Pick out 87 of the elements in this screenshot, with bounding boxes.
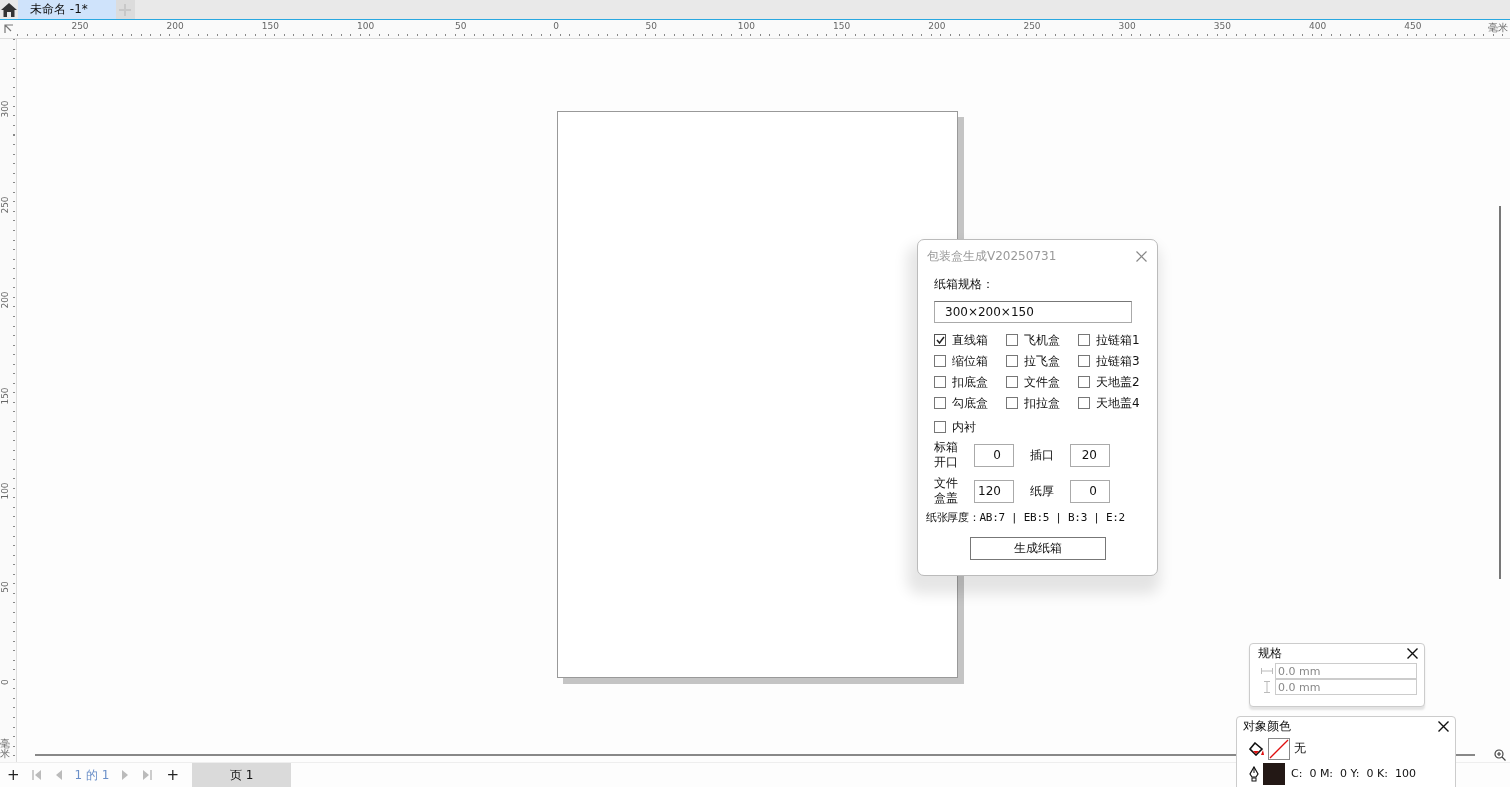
checkbox-option[interactable]: 扣底盒 <box>934 374 1006 390</box>
ruler-label: 0 <box>552 21 560 31</box>
checkbox[interactable] <box>1078 397 1090 409</box>
checkbox[interactable] <box>934 376 946 388</box>
ruler-label: 250 <box>70 21 90 31</box>
fill-value: 无 <box>1294 740 1306 757</box>
field-label: 文件盒盖 <box>934 476 959 506</box>
thickness-note: 纸张厚度：AB:7 | EB:5 | B:3 | E:2 <box>926 510 1126 525</box>
number-field[interactable]: 0 <box>1070 479 1110 503</box>
field-label: 纸厚 <box>1029 483 1055 499</box>
home-button[interactable] <box>0 0 18 19</box>
spec-label: 纸箱规格： <box>934 276 995 292</box>
checkbox[interactable] <box>1006 376 1018 388</box>
checkbox-option[interactable]: 拉飞盒 <box>1006 353 1078 369</box>
checkbox[interactable] <box>1078 376 1090 388</box>
outline-value: C: 0 M: 0 Y: 0 K: 100 <box>1291 767 1416 780</box>
checkbox[interactable] <box>1006 334 1018 346</box>
ruler-label: 50 <box>0 579 10 595</box>
ruler-label: 0 <box>0 678 10 687</box>
panel-title: 对象颜色 <box>1243 718 1291 735</box>
checkbox-option[interactable]: 拉链箱3 <box>1078 353 1148 369</box>
checkbox[interactable] <box>1078 334 1090 346</box>
ruler-unit: 毫米 <box>0 739 11 759</box>
dialog-title: 包装盒生成V20250731 <box>927 247 1057 265</box>
width-icon <box>1260 668 1274 674</box>
generate-button[interactable]: 生成纸箱 <box>969 537 1106 560</box>
spec-field[interactable]: 300×200×150 <box>934 301 1132 323</box>
checkbox[interactable] <box>1006 397 1018 409</box>
home-icon <box>1 2 17 17</box>
checkbox-option[interactable]: 文件盒 <box>1006 374 1078 390</box>
checkbox-option[interactable]: 缩位箱 <box>934 353 1006 369</box>
pen-nib-icon <box>1249 765 1259 782</box>
zoom-icon[interactable] <box>1494 749 1506 761</box>
ruler-label: 150 <box>832 21 852 31</box>
checkbox-option[interactable]: 扣拉盒 <box>1006 395 1078 411</box>
ruler-label: 200 <box>927 21 947 31</box>
checkbox-option[interactable]: 内衬 <box>934 419 976 435</box>
checkbox-option[interactable]: 直线箱 <box>934 332 1006 348</box>
checkbox-option[interactable]: 拉链箱1 <box>1078 332 1148 348</box>
ruler-label: 400 <box>1308 21 1328 31</box>
checkbox[interactable] <box>934 334 946 346</box>
ruler-label: 250 <box>1022 21 1042 31</box>
checkbox-option[interactable]: 勾底盒 <box>934 395 1006 411</box>
checkbox[interactable] <box>934 397 946 409</box>
number-field[interactable]: 120 <box>974 479 1014 503</box>
field-label: 标箱开口 <box>934 440 959 470</box>
checkbox[interactable] <box>934 421 946 433</box>
checkbox[interactable] <box>1078 355 1090 367</box>
check-icon <box>935 336 945 344</box>
ruler-label: 50 <box>454 21 468 31</box>
panel-title: 规格 <box>1258 645 1282 662</box>
ruler-label: 350 <box>1212 21 1232 31</box>
field-label: 插口 <box>1029 447 1055 463</box>
ruler-unit: 毫米 <box>1488 21 1508 35</box>
checkbox-option[interactable]: 天地盖2 <box>1078 374 1148 390</box>
fill-bucket-icon <box>1249 741 1264 756</box>
ruler-label: 50 <box>644 21 658 31</box>
width-field[interactable]: 0.0 mm <box>1275 663 1417 679</box>
checkbox-option[interactable]: 天地盖4 <box>1078 395 1148 411</box>
ruler-origin-icon <box>3 24 14 34</box>
number-field[interactable]: 0 <box>974 443 1014 467</box>
add-page-button[interactable]: + <box>2 766 25 784</box>
ruler-label: 100 <box>0 481 10 502</box>
page-tab[interactable]: 页 1 <box>192 763 292 787</box>
no-fill-swatch[interactable] <box>1268 737 1290 760</box>
ruler-label: 250 <box>0 194 10 216</box>
checkbox[interactable] <box>1006 355 1018 367</box>
height-field[interactable]: 0.0 mm <box>1275 679 1417 695</box>
number-field[interactable]: 20 <box>1070 443 1110 467</box>
checkbox[interactable] <box>934 355 946 367</box>
ruler-label: 200 <box>165 21 185 31</box>
close-icon[interactable] <box>1407 648 1418 659</box>
vertical-scrollbar[interactable] <box>1499 206 1501 579</box>
ruler-label: 450 <box>1403 21 1423 31</box>
ruler-label: 300 <box>0 99 10 120</box>
ruler-label: 300 <box>1117 21 1137 31</box>
ruler-label: 200 <box>0 290 10 311</box>
ruler-label: 100 <box>356 21 376 31</box>
ruler-label: 150 <box>0 385 10 407</box>
document-tab[interactable]: 未命名 -1* <box>18 0 116 19</box>
close-icon[interactable] <box>1438 721 1449 732</box>
outline-swatch[interactable] <box>1263 762 1285 785</box>
add-page-button[interactable]: + <box>161 766 185 784</box>
ruler-label: 150 <box>260 21 280 31</box>
ruler-label: 100 <box>736 21 756 31</box>
checkbox-option[interactable]: 飞机盒 <box>1006 332 1078 348</box>
page-position: 1 的 1 <box>74 766 110 784</box>
